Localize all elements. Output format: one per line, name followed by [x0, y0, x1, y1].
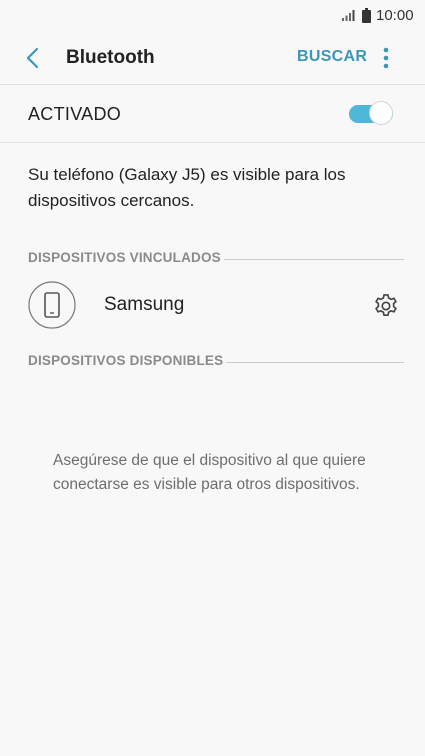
more-vert-icon [383, 47, 389, 69]
toggle-knob [369, 101, 393, 125]
section-rule [226, 362, 404, 363]
back-button[interactable] [20, 44, 48, 72]
divider [0, 142, 425, 143]
section-rule [224, 259, 404, 260]
bluetooth-toggle[interactable] [349, 101, 395, 127]
app-bar: Bluetooth BUSCAR [0, 32, 425, 84]
paired-device-row[interactable]: Samsung [0, 276, 425, 334]
section-title: DISPOSITIVOS DISPONIBLES [28, 353, 224, 368]
status-time: 10:00 [376, 7, 414, 24]
available-devices-header: DISPOSITIVOS DISPONIBLES [28, 353, 404, 373]
paired-devices-header: DISPOSITIVOS VINCULADOS [28, 250, 404, 270]
master-switch-label: ACTIVADO [28, 104, 122, 124]
more-options-button[interactable] [376, 45, 396, 71]
device-settings-button[interactable] [372, 292, 400, 320]
section-title: DISPOSITIVOS VINCULADOS [28, 250, 221, 265]
available-empty-hint: Asegúrese de que el dispositivo al que q… [53, 452, 366, 493]
page-title: Bluetooth [66, 47, 155, 68]
gear-icon [375, 294, 397, 317]
phone-icon [28, 281, 76, 329]
signal-icon [342, 10, 355, 21]
search-button[interactable]: BUSCAR [297, 48, 367, 66]
status-bar: 10:00 [0, 0, 425, 32]
battery-icon [362, 8, 371, 23]
bluetooth-master-switch-row[interactable]: ACTIVADO [0, 85, 425, 142]
device-name: Samsung [104, 294, 185, 315]
back-arrow-icon [26, 47, 39, 69]
visibility-description: Su teléfono (Galaxy J5) es visible para … [28, 165, 346, 210]
